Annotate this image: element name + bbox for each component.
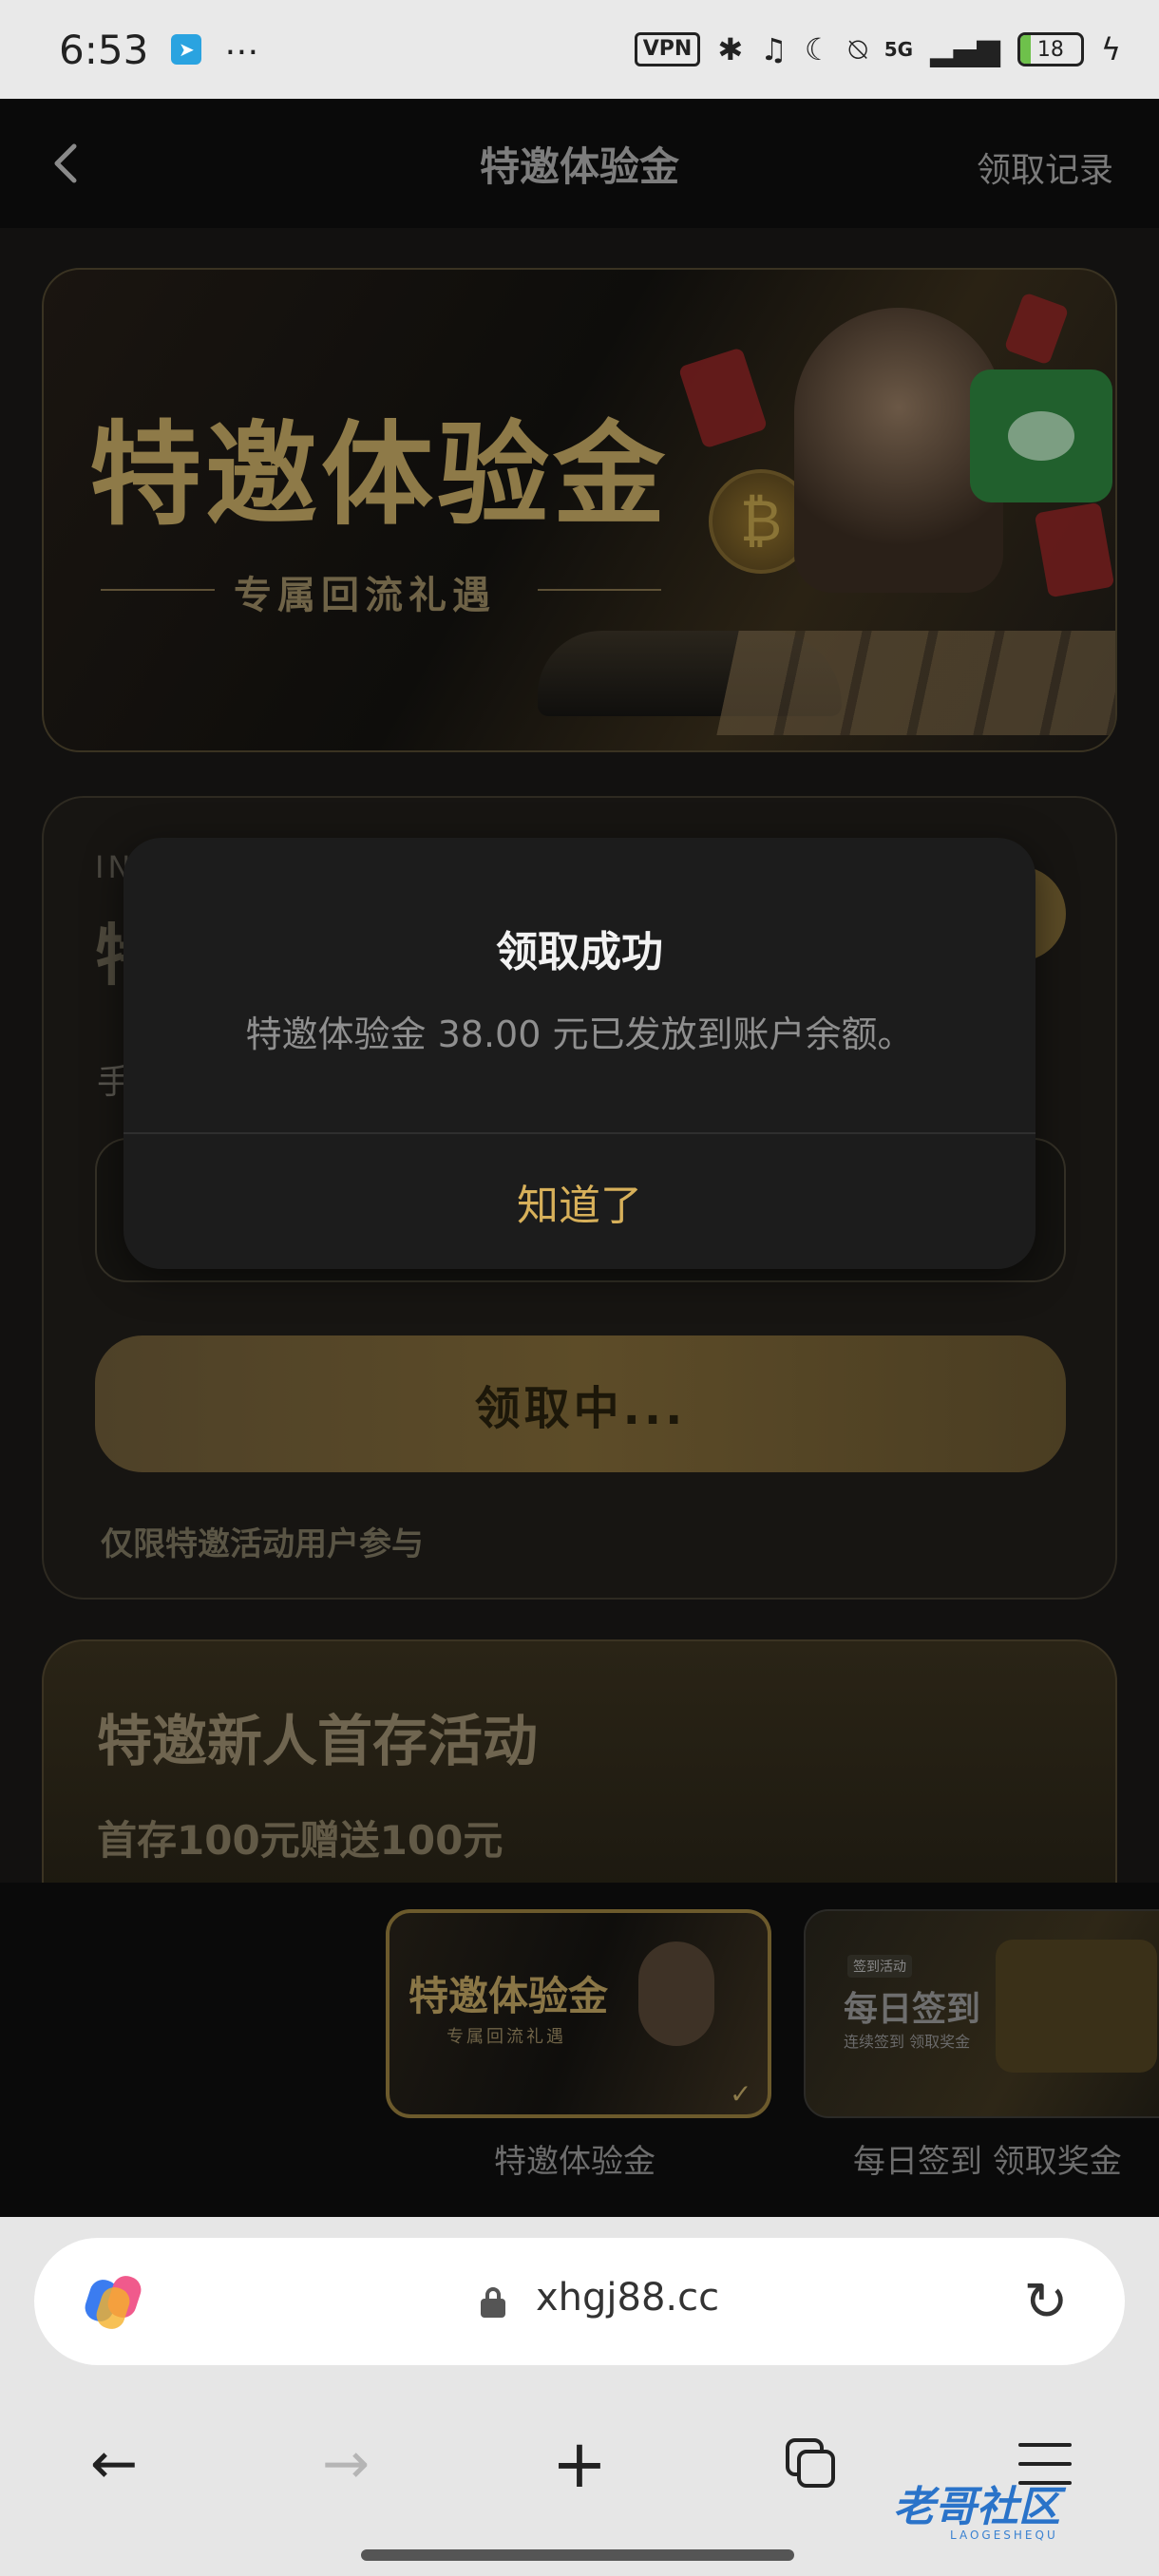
watermark-subtext: LAOGESHEQU bbox=[950, 2529, 1058, 2542]
charging-icon: ϟ bbox=[1100, 31, 1121, 67]
tile-title: 特邀体验金 bbox=[408, 1973, 609, 2019]
forward-arrow-icon[interactable]: → bbox=[308, 2426, 384, 2502]
back-button[interactable] bbox=[51, 141, 97, 186]
chevron-left-icon bbox=[54, 143, 77, 183]
tile-subtitle: 连续签到 领取奖金 bbox=[844, 2033, 971, 2051]
network-type: 5G bbox=[884, 38, 914, 61]
reload-icon[interactable]: ↻ bbox=[1018, 2271, 1074, 2333]
banner-divider bbox=[538, 589, 661, 591]
signal-icon: ▂▄▆ bbox=[930, 31, 1000, 67]
mute-icon: ⍉ bbox=[848, 30, 867, 67]
red-envelope-icon bbox=[1034, 502, 1115, 598]
status-time: 6:53 bbox=[59, 26, 149, 73]
claim-button[interactable]: 领取中... bbox=[95, 1335, 1066, 1472]
banner-subtitle: 专属回流礼遇 bbox=[234, 574, 496, 617]
dialog-ok-button[interactable]: 知道了 bbox=[124, 1134, 1036, 1269]
status-bar: 6:53 ➤ … VPN ✱ ♫ ☾ ⍉ 5G ▂▄▆ 18 ϟ bbox=[0, 0, 1159, 99]
wechat-icon bbox=[970, 369, 1112, 502]
promo-title: 特邀新人首存活动 bbox=[97, 1709, 539, 1773]
carousel-item-trial-bonus[interactable]: 特邀体验金 专属回流礼遇 ✓ bbox=[386, 1909, 771, 2118]
address-bar[interactable]: xhgj88.cc ↻ bbox=[34, 2238, 1125, 2365]
tile-subtitle: 专属回流礼遇 bbox=[446, 2027, 566, 2047]
check-icon: ✓ bbox=[730, 2078, 752, 2110]
calendar-icon bbox=[996, 1940, 1157, 2073]
promo-banner: ₿ 特邀体验金 专属回流礼遇 bbox=[42, 268, 1117, 752]
tile-badge: 签到活动 bbox=[847, 1955, 912, 1978]
success-dialog: 领取成功 特邀体验金 38.00 元已发放到账户余额。 知道了 bbox=[124, 838, 1036, 1269]
earbuds-icon: ♫ bbox=[760, 31, 788, 67]
tabs-icon[interactable] bbox=[773, 2426, 849, 2502]
eligibility-note: 仅限特邀活动用户参与 bbox=[101, 1525, 424, 1563]
dialog-message: 特邀体验金 38.00 元已发放到账户余额。 bbox=[245, 1013, 914, 1055]
banner-divider bbox=[101, 589, 215, 591]
claim-records-link[interactable]: 领取记录 bbox=[977, 142, 1113, 192]
battery-percent: 18 bbox=[1036, 37, 1064, 62]
page-title: 特邀体验金 bbox=[479, 142, 679, 190]
activity-carousel: 特邀体验金 专属回流礼遇 ✓ 签到活动 每日签到 连续签到 领取奖金 特邀体验金… bbox=[0, 1883, 1159, 2217]
carousel-label: 特邀体验金 bbox=[494, 2143, 656, 2181]
url-text[interactable]: xhgj88.cc bbox=[536, 2276, 719, 2320]
new-tab-icon[interactable]: + bbox=[542, 2425, 618, 2503]
back-arrow-icon[interactable]: ← bbox=[76, 2426, 152, 2502]
bluetooth-icon: ✱ bbox=[717, 31, 744, 67]
battery-indicator: 18 bbox=[1016, 32, 1084, 66]
dialog-title: 领取成功 bbox=[496, 928, 663, 976]
app-header: 特邀体验金 领取记录 bbox=[0, 99, 1159, 228]
promo-subtitle: 首存100元赠送100元 bbox=[97, 1817, 504, 1864]
copilot-icon[interactable] bbox=[81, 2270, 145, 2333]
cash-stack-image bbox=[716, 631, 1115, 735]
model-thumbnail bbox=[638, 1941, 714, 2046]
more-notifications-icon: … bbox=[224, 23, 261, 63]
red-envelope-icon bbox=[677, 347, 769, 449]
moon-icon: ☾ bbox=[804, 31, 832, 67]
banner-title: 特邀体验金 bbox=[89, 409, 670, 540]
tile-title: 每日签到 bbox=[844, 1990, 981, 2029]
lock-icon bbox=[481, 2287, 505, 2318]
carousel-label: 每日签到 领取奖金 bbox=[853, 2143, 1122, 2181]
home-indicator[interactable] bbox=[361, 2549, 794, 2561]
red-envelope-icon bbox=[1003, 292, 1070, 366]
telegram-icon: ➤ bbox=[171, 34, 202, 65]
carousel-item-daily-checkin[interactable]: 签到活动 每日签到 连续签到 领取奖金 bbox=[804, 1909, 1159, 2118]
vpn-indicator: VPN bbox=[634, 32, 701, 66]
